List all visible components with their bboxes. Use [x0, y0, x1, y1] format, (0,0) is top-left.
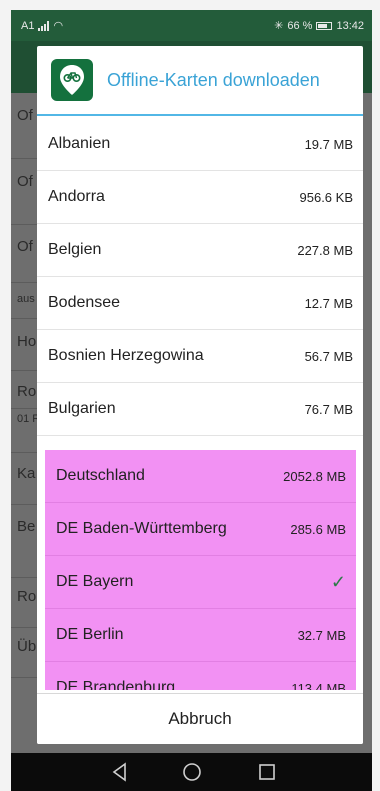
- region-item[interactable]: Deutschland 2052.8 MB: [45, 450, 356, 503]
- checkmark-icon: ✓: [330, 571, 346, 592]
- dialog-header: Offline-Karten downloaden: [37, 46, 363, 116]
- recents-icon[interactable]: [256, 761, 278, 783]
- region-item[interactable]: Belgien 227.8 MB: [37, 224, 363, 277]
- region-name: DE Berlin: [56, 626, 124, 643]
- navigation-bar: [11, 753, 372, 791]
- region-name: Bosnien Herzegowina: [48, 347, 204, 364]
- region-name: DE Brandenburg: [56, 679, 176, 690]
- status-bar: A1 ◠ ✳ 66 % 13:42: [11, 10, 372, 41]
- region-name: DE Bayern: [56, 573, 134, 590]
- clock: 13:42: [336, 19, 364, 32]
- region-item[interactable]: DE Brandenburg 113.4 MB: [45, 662, 356, 690]
- dialog-title: Offline-Karten downloaden: [107, 69, 320, 90]
- download-maps-dialog: Offline-Karten downloaden Albanien 19.7 M…: [37, 46, 363, 744]
- signal-icon: [38, 20, 50, 31]
- region-size: 12.7 MB: [304, 295, 353, 311]
- region-size: 56.7 MB: [304, 348, 353, 364]
- region-item[interactable]: DE Bayern ✓: [45, 556, 356, 609]
- region-list[interactable]: Albanien 19.7 MB Andorra 956.6 KB Belgien 227…: [37, 118, 363, 690]
- home-icon[interactable]: [181, 761, 203, 783]
- region-name: Albanien: [48, 135, 111, 152]
- region-size: 113.4 MB: [291, 680, 346, 691]
- region-size: 19.7 MB: [304, 136, 353, 152]
- battery-icon: [316, 21, 333, 30]
- bicycle-map-pin-icon: [51, 59, 93, 101]
- wifi-icon: ◠: [53, 20, 64, 32]
- region-item[interactable]: DE Baden-Württemberg 285.6 MB: [45, 503, 356, 556]
- battery-percent: 66 %: [287, 19, 313, 32]
- region-item[interactable]: Bulgarien 76.7 MB: [37, 383, 363, 436]
- region-size: 76.7 MB: [304, 401, 353, 417]
- region-size: 227.8 MB: [297, 242, 353, 258]
- region-item[interactable]: Albanien 19.7 MB: [37, 118, 363, 171]
- region-size: 956.6 KB: [299, 189, 354, 205]
- back-icon[interactable]: [109, 761, 131, 783]
- region-name: Bulgarien: [48, 400, 116, 417]
- region-size: 2052.8 MB: [283, 468, 346, 484]
- region-item[interactable]: DE Berlin 32.7 MB: [45, 609, 356, 662]
- region-item[interactable]: Andorra 956.6 KB: [37, 171, 363, 224]
- region-name: Bodensee: [48, 294, 121, 311]
- region-item[interactable]: Bodensee 12.7 MB: [37, 277, 363, 330]
- region-size: 32.7 MB: [297, 627, 346, 643]
- carrier-label: A1: [21, 19, 35, 32]
- region-item[interactable]: Bosnien Herzegowina 56.7 MB: [37, 330, 363, 383]
- region-name: Deutschland: [56, 467, 145, 484]
- region-size: 285.6 MB: [290, 521, 346, 537]
- bluetooth-icon: ✳: [274, 20, 284, 32]
- cancel-button[interactable]: Abbruch: [37, 693, 363, 744]
- region-name: Belgien: [48, 241, 102, 258]
- screen: A1 ◠ ✳ 66 % 13:42 Of nu Of do Of nu aus …: [11, 10, 372, 791]
- region-name: DE Baden-Württemberg: [56, 520, 227, 537]
- region-name: Andorra: [48, 188, 105, 205]
- device-frame: A1 ◠ ✳ 66 % 13:42 Of nu Of do Of nu aus …: [0, 0, 380, 791]
